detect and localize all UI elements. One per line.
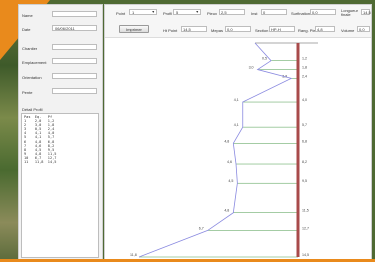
profil-value: 5 xyxy=(176,10,179,15)
field-label: Date xyxy=(22,27,31,32)
toolbar: Point 1 ▼ Profil 5 ▼ Pieux 2,5 Inst 0 Su… xyxy=(105,5,371,38)
equivalent-label: 11,8 xyxy=(130,253,137,257)
depth-label: 8,2 xyxy=(302,160,307,164)
pente-input[interactable] xyxy=(52,88,97,94)
rang-pieu-input[interactable]: 4,8 xyxy=(315,26,335,32)
detail-profil-label: Détail Profil xyxy=(22,107,43,112)
field-label: Name xyxy=(22,13,33,18)
date-input[interactable]: 06/06/2011 xyxy=(52,25,97,31)
inst-label: Inst xyxy=(251,11,258,16)
point-label: Point xyxy=(116,11,126,16)
longueur-label: Longueur finale xyxy=(341,8,358,17)
point-value: 1 xyxy=(132,10,135,15)
equivalent-label: 4,5 xyxy=(228,179,233,183)
field-label: Emplacement xyxy=(22,60,47,65)
pieux-label: Pieux xyxy=(207,11,218,16)
chantier-input[interactable] xyxy=(52,44,97,50)
field-emplacement-row: Emplacement xyxy=(19,58,102,66)
profil-label: Profil xyxy=(163,11,173,16)
surfination-label: Surfination xyxy=(291,11,311,16)
field-pente-row: Pente xyxy=(19,88,102,96)
name-input[interactable] xyxy=(52,11,97,17)
volume-label: Volume xyxy=(341,28,355,33)
mepas-label: Mepas xyxy=(211,28,224,33)
inst-input[interactable]: 0 xyxy=(261,9,287,15)
orientation-input[interactable] xyxy=(52,73,97,79)
section-label: Section xyxy=(255,28,269,33)
ht-point-input[interactable]: 14,5 xyxy=(181,26,207,32)
depth-label: 1,2 xyxy=(302,57,307,61)
depth-label: 5,7 xyxy=(302,123,307,127)
mepas-input[interactable]: 0,0 xyxy=(225,26,251,32)
field-name-row: Name xyxy=(19,11,102,19)
field-label: Pente xyxy=(22,90,33,95)
depth-label: 6,8 xyxy=(302,139,307,143)
point-select[interactable]: 1 ▼ xyxy=(129,9,157,15)
volume-input[interactable]: 0,0 xyxy=(357,26,370,32)
equivalent-label: 6,7 xyxy=(199,226,204,230)
pile-bar xyxy=(296,43,300,257)
chevron-down-icon: ▼ xyxy=(195,10,199,14)
field-label: Chantier xyxy=(22,46,38,51)
field-orientation-row: Orientation xyxy=(19,73,102,81)
equivalent-label: 3,0 xyxy=(249,66,254,70)
equivalent-label: 4,8 xyxy=(224,209,229,213)
depth-label: 12,7 xyxy=(302,226,309,230)
depth-label: 14,5 xyxy=(302,253,309,257)
equivalent-label: 4,1 xyxy=(234,123,239,127)
depth-label: 9,5 xyxy=(302,179,307,183)
imprimer-button[interactable]: Imprimer xyxy=(119,25,149,33)
emplacement-input[interactable] xyxy=(52,58,97,64)
detail-row: 11 11,8 14,5 xyxy=(24,160,57,165)
equivalent-label: 4,8 xyxy=(224,139,229,143)
depth-label: 1,8 xyxy=(302,66,307,70)
field-date-row: Date 06/06/2011 xyxy=(19,25,102,33)
profile-series-line xyxy=(138,42,293,258)
field-chantier-row: Chantier xyxy=(19,44,102,52)
chevron-down-icon: ▼ xyxy=(151,10,155,14)
profile-chart: 1,20,51,83,02,43,84,04,15,74,16,84,88,24… xyxy=(130,42,318,258)
depth-label: 4,0 xyxy=(302,98,307,102)
field-label: Orientation xyxy=(22,75,42,80)
equivalent-label: 4,1 xyxy=(234,98,239,102)
depth-label: 11,5 xyxy=(302,209,309,213)
equivalent-label: 4,6 xyxy=(227,160,232,164)
left-panel: Name Date 06/06/2011 Chantier Emplacemen… xyxy=(18,4,103,262)
detail-profil-list[interactable]: Pas Eq. Pf 1 2,0 1,2 2 3,0 1,8 3 0,5 2,4 4 … xyxy=(21,113,99,258)
pieux-input[interactable]: 2,5 xyxy=(219,9,245,15)
equivalent-label: 0,5 xyxy=(262,57,267,61)
section-input[interactable]: HP-H xyxy=(269,26,295,32)
profile-window: Point 1 ▼ Profil 5 ▼ Pieux 2,5 Inst 0 Su… xyxy=(104,4,372,262)
profil-select[interactable]: 5 ▼ xyxy=(173,9,201,15)
depth-label: 2,4 xyxy=(302,74,307,78)
longueur-input[interactable]: 14,5 xyxy=(361,9,371,15)
surfination-input[interactable]: 0,0 xyxy=(310,9,336,15)
ht-point-label: Ht Point xyxy=(163,28,178,33)
